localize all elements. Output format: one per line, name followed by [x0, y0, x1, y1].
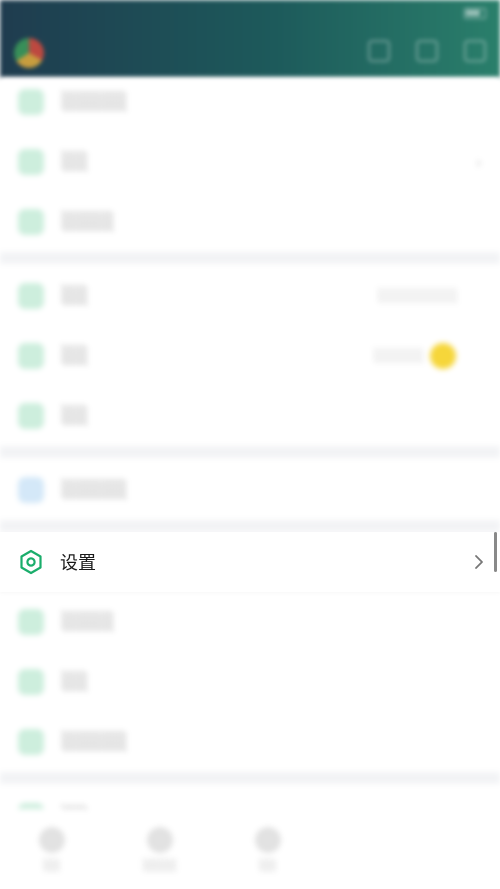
header-actions: [368, 40, 486, 62]
blurred-menu: ░░░░░ ░░ › ░░░░ ░░ ░░░░░░░░ ░░ ░░░░░ ░░ …: [0, 78, 500, 889]
status-bar: [0, 0, 500, 26]
menu-row-label: ░░: [62, 286, 89, 306]
menu-row-value: ░░░░░: [374, 348, 424, 364]
settings-row[interactable]: 设置: [0, 532, 500, 592]
nav-item[interactable]: ░░: [39, 826, 66, 872]
menu-row-label: ░░: [62, 346, 89, 366]
nav-label: ░░: [259, 858, 277, 872]
menu-row-icon: [18, 89, 44, 115]
nav-label: ░░: [43, 858, 61, 872]
menu-row-label: ░░: [62, 406, 89, 426]
nav-item[interactable]: ░░: [254, 826, 281, 872]
scan-icon: [368, 40, 390, 62]
menu-row-icon: [18, 729, 44, 755]
nav-item[interactable]: ░░░░: [143, 826, 177, 872]
menu-row-icon: [18, 477, 44, 503]
chevron-right-icon: ›: [475, 152, 482, 172]
menu-row[interactable]: ░░░░░: [0, 72, 500, 132]
menu-row-label: ░░: [62, 672, 89, 692]
nav-icon: [146, 826, 173, 853]
nav-icon: [254, 826, 281, 853]
menu-row-icon: [18, 403, 44, 429]
app-logo-icon: [14, 38, 44, 68]
app-header: [0, 0, 500, 78]
menu-row-label: ░░░░: [62, 612, 115, 632]
menu-row[interactable]: ░░: [0, 652, 500, 712]
yellow-coin-icon: [430, 343, 456, 369]
settings-hexagon-icon: [18, 549, 44, 575]
nav-icon: [39, 826, 66, 853]
scrollbar[interactable]: [494, 532, 497, 572]
menu-row-icon: [18, 209, 44, 235]
section-divider: [0, 446, 500, 458]
menu-row[interactable]: ░░░░░: [0, 460, 500, 520]
menu-row[interactable]: ░░ ›: [0, 132, 500, 192]
menu-row[interactable]: ░░░░░: [0, 712, 500, 772]
bottom-nav: ░░ ░░░░ ░░: [0, 809, 320, 889]
section-divider: [0, 252, 500, 264]
menu-row-icon: [18, 609, 44, 635]
menu-row-label: ░░░░: [62, 212, 115, 232]
menu-row-label: ░░: [62, 152, 89, 172]
settings-label: 设置: [60, 553, 96, 574]
menu-row-icon: [18, 669, 44, 695]
menu-row-value: ░░░░░░░░: [378, 288, 458, 304]
menu-row-label: ░░░░░: [62, 480, 128, 500]
more-icon: [464, 40, 486, 62]
status-right: [464, 7, 486, 19]
section-divider: [0, 772, 500, 784]
menu-row-icon: [18, 283, 44, 309]
menu-row[interactable]: ░░ ░░░░░: [0, 326, 500, 386]
menu-row-label: ░░░░░: [62, 92, 128, 112]
menu-row-icon: [18, 149, 44, 175]
section-divider: [0, 520, 500, 532]
message-icon: [416, 40, 438, 62]
menu-row[interactable]: ░░░░: [0, 192, 500, 252]
menu-row-icon: [18, 343, 44, 369]
nav-label: ░░░░: [143, 858, 177, 872]
menu-row[interactable]: ░░: [0, 386, 500, 446]
menu-row[interactable]: ░░░░: [0, 592, 500, 652]
chevron-right-icon: [472, 554, 486, 570]
battery-icon: [464, 7, 486, 19]
menu-row[interactable]: ░░ ░░░░░░░░: [0, 266, 500, 326]
menu-row-label: ░░░░░: [62, 732, 128, 752]
overlay-patch: [320, 798, 500, 889]
